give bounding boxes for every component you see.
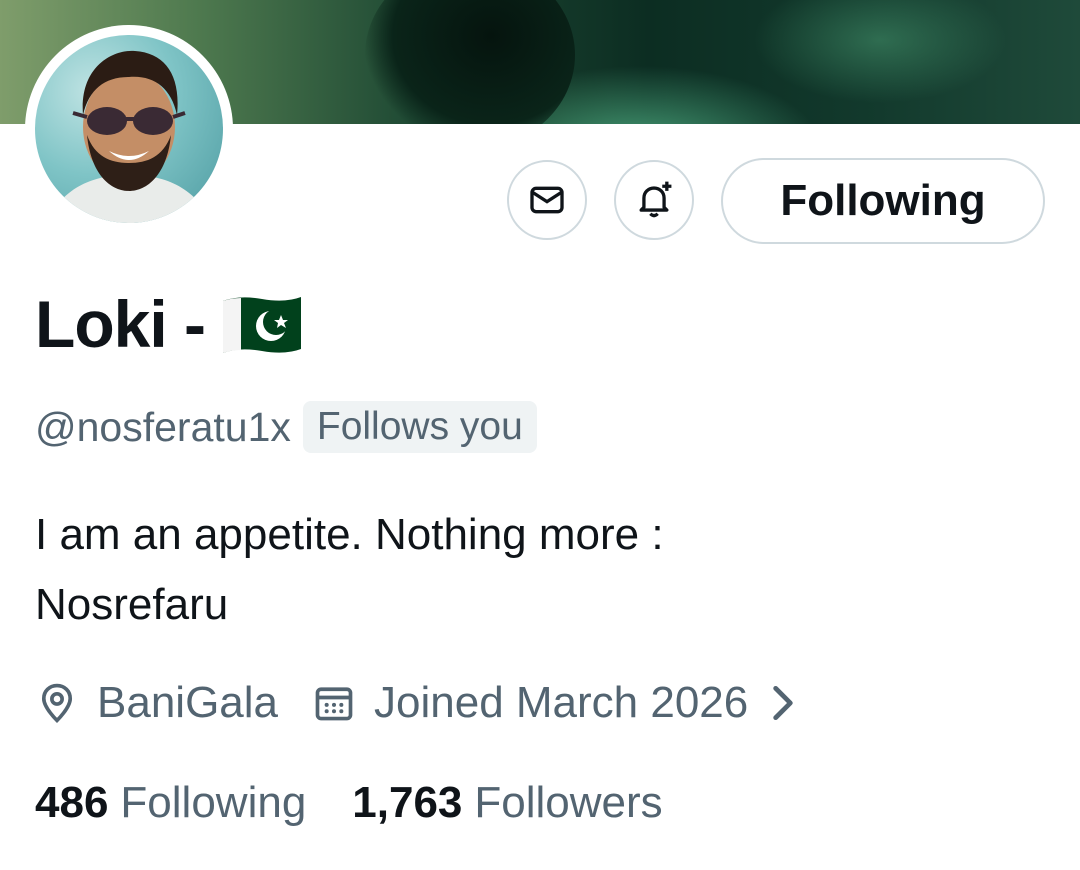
profile-bio: I am an appetite. Nothing more : Nosrefa… <box>35 500 1045 640</box>
chevron-right-icon <box>773 685 793 721</box>
calendar-icon <box>315 687 353 721</box>
following-stat-label: Following <box>120 778 307 827</box>
message-button[interactable] <box>507 160 587 240</box>
location-item: BaniGala <box>35 678 278 728</box>
profile-meta: BaniGala Joined March 2026 <box>35 670 800 736</box>
follows-you-badge: Follows you <box>302 401 537 453</box>
followers-count: 1,763 <box>352 778 463 827</box>
pakistan-flag-icon <box>223 297 301 353</box>
followers-stat-label: Followers <box>474 778 663 827</box>
following-stat[interactable]: 486 Following <box>35 778 306 828</box>
location-text: BaniGala <box>97 678 279 727</box>
bio-line: Nosrefaru <box>35 580 229 629</box>
notifications-button[interactable] <box>614 160 694 240</box>
avatar-image <box>35 35 223 223</box>
profile-handle: @nosferatu1x <box>35 403 291 450</box>
joined-text: Joined March 2026 <box>374 678 749 727</box>
following-button[interactable]: Following <box>721 158 1045 244</box>
profile-avatar[interactable] <box>25 25 233 233</box>
banner-silhouette <box>365 0 575 124</box>
handle-row: @nosferatu1x Follows you <box>35 396 537 458</box>
location-pin-icon <box>41 683 73 723</box>
following-count: 486 <box>35 778 109 827</box>
display-name: Loki - <box>35 287 206 361</box>
bell-plus-icon <box>639 181 672 218</box>
joined-item[interactable]: Joined March 2026 <box>312 678 800 728</box>
following-button-label: Following <box>780 176 986 225</box>
envelope-icon <box>530 186 564 214</box>
bio-line: I am an appetite. Nothing more : <box>35 510 664 559</box>
display-name-row: Loki - <box>35 284 305 364</box>
followers-stat[interactable]: 1,763 Followers <box>352 778 662 828</box>
profile-stats: 486 Following 1,763 Followers <box>35 770 663 836</box>
